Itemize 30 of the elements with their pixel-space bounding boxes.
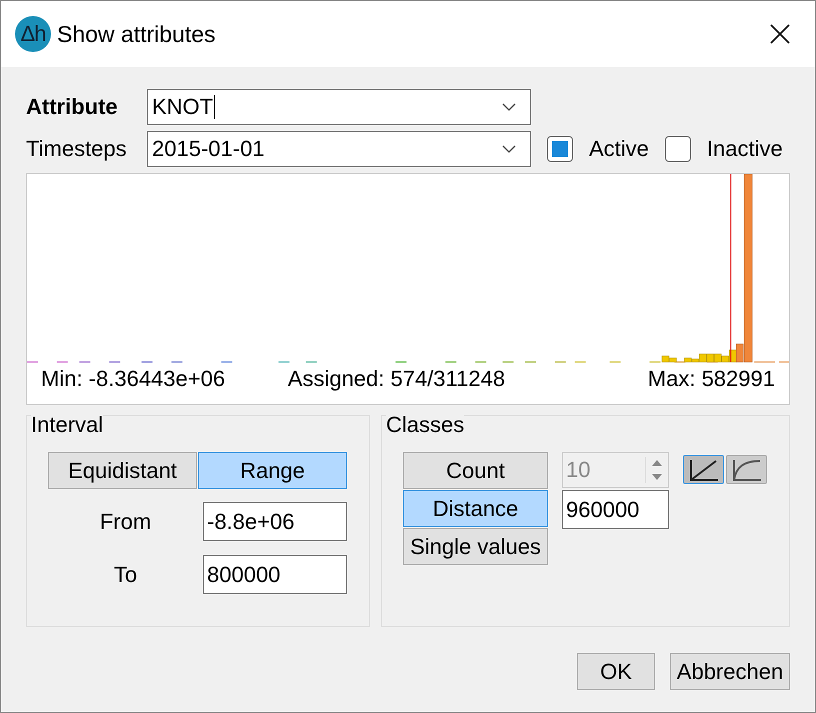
caret-icon [502,103,516,111]
field-label: To [112,562,138,588]
window-title: Show attributes [57,20,217,48]
attribute-label: Attribute [26,94,119,120]
field-label: From [98,508,152,534]
close-icon[interactable] [769,23,791,45]
mode-button[interactable]: Distance [403,490,548,527]
max-value-label: Max: 582991 [648,365,775,393]
input-field[interactable]: 800000 [203,555,347,594]
curved-scale-button[interactable] [726,455,767,484]
checkbox[interactable] [664,136,691,162]
mode-button[interactable]: Count [403,452,548,489]
linear-scale-button[interactable] [683,455,724,484]
mode-button[interactable]: Range [198,452,347,489]
mode-button[interactable]: Single values [403,528,548,565]
timesteps-dropdown[interactable]: 2015-01-01 [147,131,531,167]
ok-button[interactable]: OK [577,653,655,690]
attribute-dropdown[interactable]: KNOT [147,89,531,125]
input-field[interactable]: 960000 [562,490,669,529]
app-logo: Δh [15,16,51,52]
caret-icon [502,145,516,153]
min-value-label: Min: -8.36443e+06 [41,365,226,393]
mode-button[interactable]: Equidistant [48,452,197,489]
cancel-button[interactable]: Abbrechen [670,653,790,690]
checkbox[interactable] [547,136,573,162]
checkbox-label: Active [589,136,649,162]
assigned-count-label: Assigned: 574/311248 [288,365,506,393]
timesteps-label: Timesteps [26,136,128,162]
input-field[interactable]: -8.8e+06 [203,502,347,541]
checkbox-label: Inactive [706,136,783,162]
